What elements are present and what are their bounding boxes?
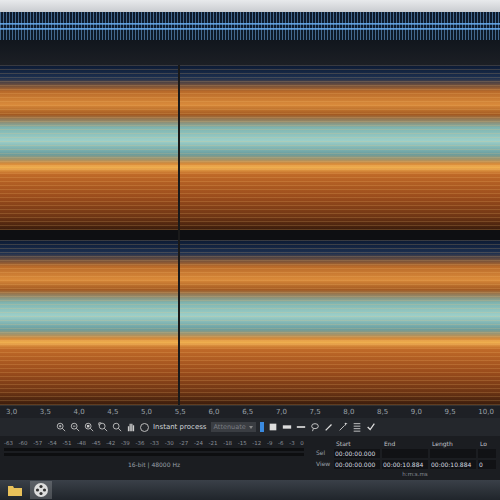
- time-unit-label: h:m:s.ms: [334, 471, 496, 477]
- meter-scale-label: -42: [106, 440, 115, 446]
- level-meter: [4, 448, 304, 451]
- magnifier-icon[interactable]: [112, 422, 122, 432]
- meter-scale-label: -54: [48, 440, 57, 446]
- meter-scale-label: -21: [209, 440, 218, 446]
- zoom-fit-icon[interactable]: [84, 422, 94, 432]
- overview-gap: [0, 40, 500, 65]
- instant-process-radio[interactable]: [140, 423, 149, 432]
- folder-icon: [7, 482, 23, 498]
- lasso-icon[interactable]: [310, 422, 320, 432]
- ruler-tick: 7,0: [276, 408, 287, 416]
- meter-scale-label: -3: [289, 440, 294, 446]
- level-meter: [4, 453, 304, 456]
- ruler-tick: 3,0: [6, 408, 17, 416]
- harmonic-select-icon[interactable]: [352, 422, 362, 432]
- ruler-tick: 5,5: [175, 408, 186, 416]
- brush-icon[interactable]: [324, 422, 334, 432]
- meter-scale-label: -24: [194, 440, 203, 446]
- meter-scale-label: -48: [77, 440, 86, 446]
- channel-spectrogram[interactable]: [0, 240, 500, 405]
- info-column-header: Start: [334, 440, 380, 447]
- meter-scale-label: -36: [135, 440, 144, 446]
- meter-panel: -63-60-57-54-51-48-45-42-39-36-33-30-27-…: [4, 440, 304, 480]
- ruler-tick: 4,0: [73, 408, 84, 416]
- format-label: 16-bit | 48000 Hz: [4, 461, 304, 468]
- meter-scale-label: -12: [252, 440, 261, 446]
- info-field[interactable]: 00:00:10.884: [382, 460, 428, 469]
- info-column-header: Lo: [478, 440, 496, 447]
- ruler-tick: 9,0: [411, 408, 422, 416]
- meter-scale: -63-60-57-54-51-48-45-42-39-36-33-30-27-…: [4, 440, 304, 446]
- info-row-label: Sel: [316, 449, 332, 458]
- toolbar: Instant process Attenuate: [0, 418, 500, 436]
- mode-dropdown[interactable]: Attenuate: [211, 422, 256, 432]
- zoom-out-icon[interactable]: [70, 422, 80, 432]
- meter-scale-label: -33: [150, 440, 159, 446]
- time-freq-icon[interactable]: [296, 422, 306, 432]
- film-reel-icon: [33, 482, 49, 498]
- info-field[interactable]: 00:00:00.000: [334, 449, 380, 458]
- hand-icon[interactable]: [126, 422, 136, 432]
- meter-scale-label: -9: [267, 440, 272, 446]
- channel-spectrogram[interactable]: [0, 65, 500, 230]
- info-field[interactable]: 00:00:00.000: [334, 460, 380, 469]
- taskbar-app[interactable]: [4, 481, 26, 499]
- window-top-bar: [0, 0, 500, 12]
- caret-icon: [249, 426, 253, 429]
- selection-info: StartEndLengthLoSel00:00:00.000View00:00…: [316, 440, 496, 480]
- meter-scale-label: -18: [223, 440, 232, 446]
- meter-scale-label: -63: [4, 440, 13, 446]
- rect-select-icon[interactable]: [268, 422, 278, 432]
- instant-process-label[interactable]: Instant process: [153, 423, 207, 431]
- ruler-tick: 3,5: [40, 408, 51, 416]
- meter-scale-label: -27: [179, 440, 188, 446]
- waveform-overview[interactable]: [0, 12, 500, 40]
- info-field[interactable]: [478, 449, 496, 458]
- info-row-label: View: [316, 460, 332, 469]
- info-field[interactable]: 00:00:10.884: [430, 460, 476, 469]
- ruler-tick: 8,0: [343, 408, 354, 416]
- zoom-selection-icon[interactable]: [98, 422, 108, 432]
- ruler-tick: 7,5: [310, 408, 321, 416]
- meter-scale-label: -45: [92, 440, 101, 446]
- meter-scale-label: -39: [121, 440, 130, 446]
- freq-select-icon[interactable]: [282, 422, 292, 432]
- time-ruler: 3,0 3,5 4,0 4,5 5,0 5,5 6,0 6,5 7,0 7,5 8,0 8,5 9,0 9…: [0, 405, 500, 418]
- info-field[interactable]: [382, 449, 428, 458]
- taskbar-app[interactable]: [30, 481, 52, 499]
- taskbar: [0, 480, 500, 500]
- info-field[interactable]: 0: [478, 460, 496, 469]
- ruler-tick: 6,5: [242, 408, 253, 416]
- magic-wand-icon[interactable]: [338, 422, 348, 432]
- bottom-panel: -63-60-57-54-51-48-45-42-39-36-33-30-27-…: [0, 436, 500, 480]
- time-select-icon[interactable]: [260, 422, 264, 432]
- zoom-in-icon[interactable]: [56, 422, 66, 432]
- meter-scale-label: -15: [238, 440, 247, 446]
- playhead[interactable]: [178, 65, 180, 405]
- ruler-tick: 9,5: [445, 408, 456, 416]
- spectrogram-area[interactable]: [0, 65, 500, 405]
- check-icon[interactable]: [366, 422, 376, 432]
- info-field[interactable]: [430, 449, 476, 458]
- info-column-header: End: [382, 440, 428, 447]
- ruler-tick: 4,5: [107, 408, 118, 416]
- meter-scale-label: -57: [33, 440, 42, 446]
- meter-scale-label: -30: [165, 440, 174, 446]
- ruler-tick: 5,0: [141, 408, 152, 416]
- spectral-editor: 3,0 3,5 4,0 4,5 5,0 5,5 6,0 6,5 7,0 7,5 8,0 8,5 9,0 9…: [0, 0, 500, 500]
- info-column-header: Length: [430, 440, 476, 447]
- ruler-tick: 8,5: [377, 408, 388, 416]
- meter-scale-label: -60: [19, 440, 28, 446]
- meter-scale-label: -6: [278, 440, 283, 446]
- meter-scale-label: -51: [62, 440, 71, 446]
- ruler-tick: 10,0: [478, 408, 494, 416]
- meter-scale-label: 0: [300, 440, 304, 446]
- ruler-tick: 6,0: [208, 408, 219, 416]
